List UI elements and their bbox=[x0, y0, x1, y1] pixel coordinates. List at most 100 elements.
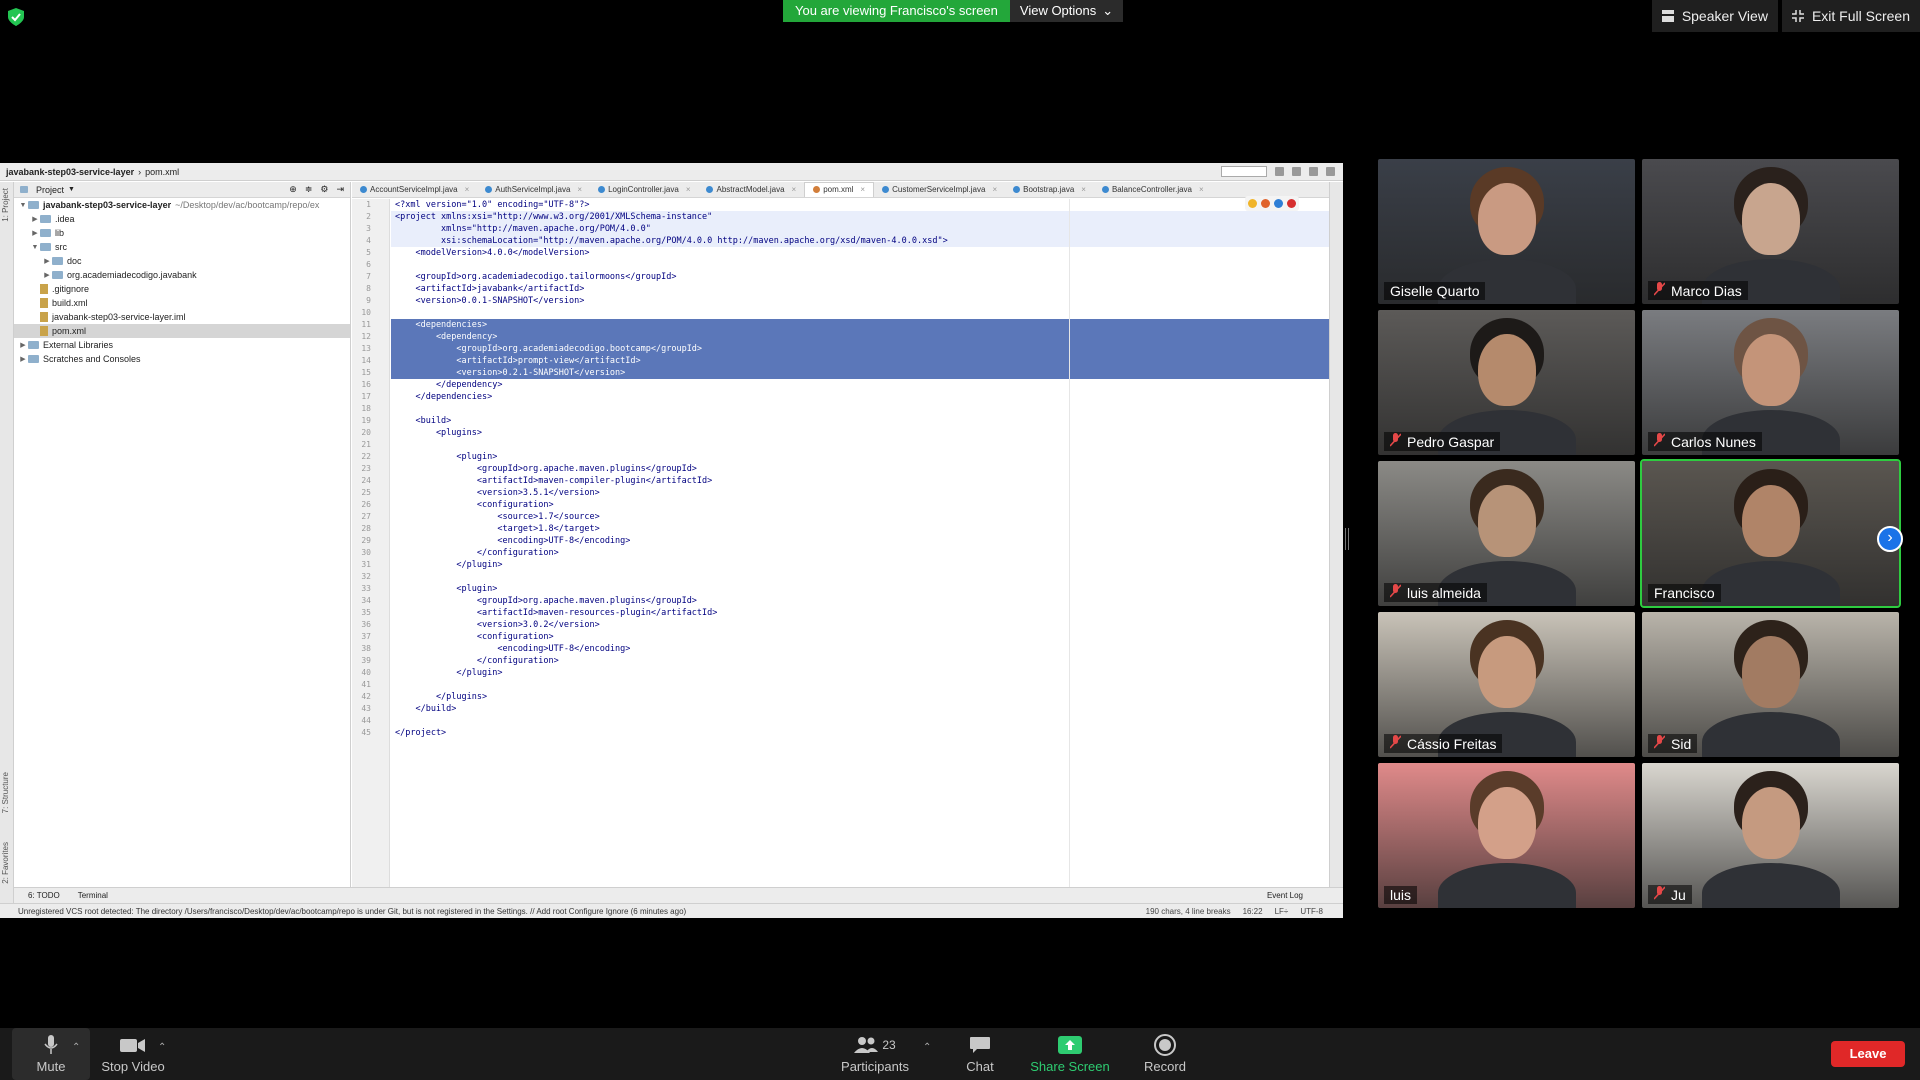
line-number[interactable]: 22 bbox=[352, 451, 389, 463]
editor-tab[interactable]: AuthServiceImpl.java × bbox=[477, 183, 590, 197]
code-line[interactable] bbox=[391, 403, 1329, 415]
editor-tab[interactable]: Bootstrap.java × bbox=[1005, 183, 1094, 197]
line-number[interactable]: 23 bbox=[352, 463, 389, 475]
line-number[interactable]: 1 bbox=[352, 199, 389, 211]
code-line[interactable]: </plugins> bbox=[391, 691, 1329, 703]
line-number[interactable]: 25 bbox=[352, 487, 389, 499]
line-number[interactable]: 2 bbox=[352, 211, 389, 223]
code-line[interactable] bbox=[391, 259, 1329, 271]
project-panel-title[interactable]: Project bbox=[36, 185, 64, 195]
caret-up-icon[interactable]: ⌃ bbox=[72, 1042, 80, 1053]
tree-item[interactable]: ▶ doc bbox=[14, 254, 350, 268]
code-line[interactable] bbox=[391, 307, 1329, 319]
code-line[interactable]: </configuration> bbox=[391, 547, 1329, 559]
code-line[interactable]: <groupId>org.academiadecodigo.bootcamp</… bbox=[391, 343, 1329, 355]
line-number[interactable]: 31 bbox=[352, 559, 389, 571]
line-number[interactable]: 21 bbox=[352, 439, 389, 451]
line-number[interactable]: 16 bbox=[352, 379, 389, 391]
editor-tab[interactable]: BalanceController.java × bbox=[1094, 183, 1212, 197]
line-number[interactable]: 44 bbox=[352, 715, 389, 727]
share-screen-button[interactable]: Share Screen bbox=[1025, 1028, 1115, 1080]
code-line[interactable]: <groupId>org.apache.maven.plugins</group… bbox=[391, 595, 1329, 607]
line-number[interactable]: 27 bbox=[352, 511, 389, 523]
code-line[interactable]: <target>1.8</target> bbox=[391, 523, 1329, 535]
line-number[interactable]: 34 bbox=[352, 595, 389, 607]
next-page-button[interactable]: › bbox=[1877, 526, 1903, 552]
line-number[interactable]: 39 bbox=[352, 655, 389, 667]
firefox-icon[interactable] bbox=[1261, 199, 1270, 208]
editor-tab[interactable]: pom.xml × bbox=[804, 182, 875, 197]
chrome-icon[interactable] bbox=[1248, 199, 1257, 208]
view-options-button[interactable]: View Options ⌄ bbox=[1009, 0, 1124, 22]
code-line[interactable]: </configuration> bbox=[391, 655, 1329, 667]
line-number[interactable]: 33 bbox=[352, 583, 389, 595]
code-line[interactable]: <dependencies> bbox=[391, 319, 1329, 331]
stop-icon[interactable] bbox=[1309, 167, 1318, 176]
code-line[interactable]: <modelVersion>4.0.0</modelVersion> bbox=[391, 247, 1329, 259]
opera-icon[interactable] bbox=[1287, 199, 1296, 208]
debug-icon[interactable] bbox=[1292, 167, 1301, 176]
caret-up-icon[interactable]: ⌃ bbox=[923, 1042, 931, 1053]
code-line[interactable]: <version>3.5.1</version> bbox=[391, 487, 1329, 499]
hide-icon[interactable]: ⇥ bbox=[336, 184, 344, 195]
close-icon[interactable]: × bbox=[992, 185, 997, 194]
line-number[interactable]: 41 bbox=[352, 679, 389, 691]
chevron-right-icon[interactable]: ▶ bbox=[30, 229, 40, 237]
line-separator[interactable]: LF÷ bbox=[1275, 907, 1289, 916]
tree-item[interactable]: ▼ javabank-step03-service-layer ~/Desktop/… bbox=[14, 198, 350, 212]
close-icon[interactable]: × bbox=[465, 185, 470, 194]
code-line[interactable]: <plugin> bbox=[391, 451, 1329, 463]
stop-video-button[interactable]: Stop Video bbox=[98, 1028, 168, 1080]
code-line[interactable]: <version>0.2.1-SNAPSHOT</version> bbox=[391, 367, 1329, 379]
line-number[interactable]: 10 bbox=[352, 307, 389, 319]
tree-item[interactable]: ▶ Scratches and Consoles bbox=[14, 352, 350, 366]
code-line[interactable]: xmlns="http://maven.apache.org/POM/4.0.0… bbox=[391, 223, 1329, 235]
participant-video-tile[interactable]: Carlos Nunes bbox=[1642, 310, 1899, 455]
line-number[interactable]: 3 bbox=[352, 223, 389, 235]
line-number[interactable]: 13 bbox=[352, 343, 389, 355]
chevron-down-icon[interactable]: ▼ bbox=[18, 202, 28, 209]
breadcrumb-file[interactable]: pom.xml bbox=[145, 167, 179, 177]
terminal-tool-button[interactable]: Terminal bbox=[78, 891, 108, 900]
code-line[interactable]: </plugin> bbox=[391, 667, 1329, 679]
code-line[interactable]: </dependency> bbox=[391, 379, 1329, 391]
line-number[interactable]: 29 bbox=[352, 535, 389, 547]
tree-item[interactable]: .gitignore bbox=[14, 282, 350, 296]
status-message[interactable]: Unregistered VCS root detected: The dire… bbox=[18, 907, 686, 916]
code-line[interactable]: <groupId>org.academiadecodigo.tailormoon… bbox=[391, 271, 1329, 283]
chevron-down-icon[interactable]: ▼ bbox=[68, 186, 75, 193]
event-log-button[interactable]: Event Log bbox=[1267, 891, 1343, 900]
participant-video-tile[interactable]: luis bbox=[1378, 763, 1635, 908]
participant-video-tile[interactable]: Pedro Gaspar bbox=[1378, 310, 1635, 455]
line-number[interactable]: 19 bbox=[352, 415, 389, 427]
collapse-icon[interactable]: ≑ bbox=[305, 184, 313, 195]
line-number[interactable]: 12 bbox=[352, 331, 389, 343]
line-number[interactable]: 17 bbox=[352, 391, 389, 403]
code-line[interactable]: </dependencies> bbox=[391, 391, 1329, 403]
participant-video-tile[interactable]: Ju bbox=[1642, 763, 1899, 908]
line-number[interactable]: 18 bbox=[352, 403, 389, 415]
code-line[interactable]: <source>1.7</source> bbox=[391, 511, 1329, 523]
line-number[interactable]: 42 bbox=[352, 691, 389, 703]
code-line[interactable]: <configuration> bbox=[391, 631, 1329, 643]
editor-tab[interactable]: AccountServiceImpl.java × bbox=[352, 183, 477, 197]
code-line[interactable]: <build> bbox=[391, 415, 1329, 427]
line-number[interactable]: 14 bbox=[352, 355, 389, 367]
favorites-tool-label[interactable]: 2: Favorites bbox=[1, 842, 10, 884]
leave-button[interactable]: Leave bbox=[1831, 1041, 1905, 1067]
code-line[interactable] bbox=[391, 679, 1329, 691]
chevron-down-icon[interactable]: ▼ bbox=[30, 244, 40, 251]
close-icon[interactable]: × bbox=[1081, 185, 1086, 194]
line-number[interactable]: 28 bbox=[352, 523, 389, 535]
code-line[interactable]: </plugin> bbox=[391, 559, 1329, 571]
chevron-right-icon[interactable]: ▶ bbox=[18, 355, 28, 363]
editor-tab[interactable]: AbstractModel.java × bbox=[698, 183, 804, 197]
line-number[interactable]: 11 bbox=[352, 319, 389, 331]
todo-tool-button[interactable]: 6: TODO bbox=[28, 891, 60, 900]
code-line[interactable]: <project xmlns:xsi="http://www.w3.org/20… bbox=[391, 211, 1329, 223]
chevron-right-icon[interactable]: ▶ bbox=[42, 271, 52, 279]
line-number[interactable]: 26 bbox=[352, 499, 389, 511]
participant-video-tile[interactable]: Cássio Freitas bbox=[1378, 612, 1635, 757]
run-icon[interactable] bbox=[1275, 167, 1284, 176]
line-number[interactable]: 15 bbox=[352, 367, 389, 379]
